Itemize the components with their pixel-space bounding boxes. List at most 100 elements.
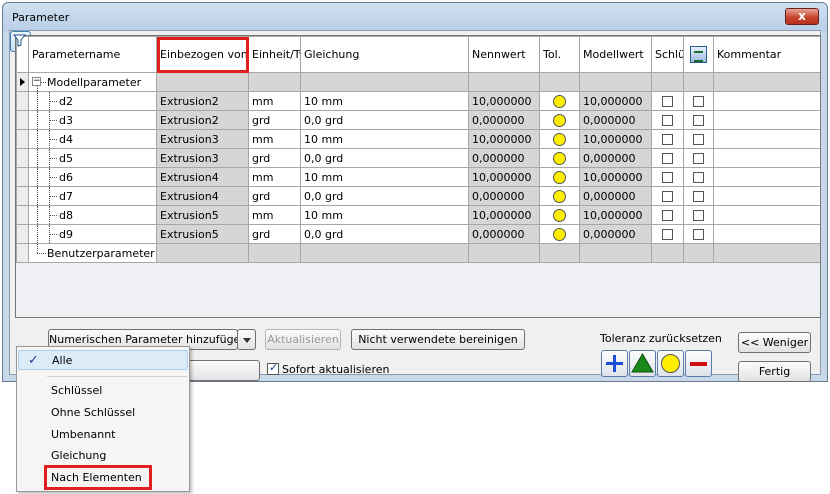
tolerance-cell[interactable] — [539, 148, 580, 168]
header-unit[interactable]: Einheit/Ty — [248, 36, 301, 73]
checkbox[interactable] — [693, 96, 704, 107]
lower-tolerance-button[interactable] — [685, 350, 712, 377]
immediate-update-checkbox[interactable]: Sofort aktualisieren — [267, 361, 389, 376]
collapse-icon[interactable]: − — [32, 77, 41, 86]
row-selector[interactable] — [16, 91, 29, 111]
comment-cell[interactable] — [713, 110, 820, 130]
table-row[interactable]: d9 Extrusion5 grd 0,0 grd 0,000000 0,000000 — [16, 224, 820, 244]
header-tolerance[interactable]: Tol. — [539, 36, 580, 73]
tolerance-cell[interactable] — [539, 91, 580, 111]
export-cell[interactable] — [683, 110, 714, 130]
unit-cell[interactable]: grd — [248, 224, 301, 244]
export-cell[interactable] — [683, 167, 714, 187]
unit-cell[interactable]: mm — [248, 205, 301, 225]
tolerance-circle-icon[interactable] — [553, 151, 566, 165]
checkbox[interactable] — [662, 229, 673, 240]
equation-cell[interactable]: 0,0 grd — [300, 186, 469, 206]
comment-cell[interactable] — [713, 167, 820, 187]
checkbox[interactable] — [662, 134, 673, 145]
checkbox[interactable] — [662, 172, 673, 183]
unit-cell[interactable]: grd — [248, 148, 301, 168]
group-row-user[interactable]: Benutzerparameter — [16, 243, 820, 263]
checkbox[interactable] — [662, 115, 673, 126]
export-cell[interactable] — [683, 91, 714, 111]
table-row[interactable]: d4 Extrusion3 mm 10 mm 10,000000 10,000000 — [16, 129, 820, 149]
row-selector[interactable] — [16, 205, 29, 225]
row-selector[interactable] — [16, 243, 29, 263]
table-row[interactable]: d7 Extrusion4 grd 0,0 grd 0,000000 0,000000 — [16, 186, 820, 206]
table-row[interactable]: d2 Extrusion2 mm 10 mm 10,000000 10,000000 — [16, 91, 820, 111]
equation-cell[interactable]: 10 mm — [300, 91, 469, 111]
tolerance-circle-icon[interactable] — [553, 132, 566, 146]
key-cell[interactable] — [651, 186, 684, 206]
row-selector[interactable] — [16, 224, 29, 244]
equation-cell[interactable]: 0,0 grd — [300, 224, 469, 244]
header-parameter-name[interactable]: Parametername — [28, 36, 157, 73]
table-row[interactable]: d5 Extrusion3 grd 0,0 grd 0,000000 0,000000 — [16, 148, 820, 168]
key-cell[interactable] — [651, 91, 684, 111]
row-selector[interactable] — [16, 186, 29, 206]
comment-cell[interactable] — [713, 91, 820, 111]
checkbox[interactable] — [662, 153, 673, 164]
unit-cell[interactable]: mm — [248, 167, 301, 187]
tolerance-cell[interactable] — [539, 167, 580, 187]
table-row[interactable]: d6 Extrusion4 mm 10 mm 10,000000 10,000000 — [16, 167, 820, 187]
tolerance-circle-icon[interactable] — [553, 94, 566, 108]
checkbox[interactable] — [693, 229, 704, 240]
header-consumed-by[interactable]: Einbezogen von — [156, 36, 249, 73]
header-key[interactable]: Schlü — [651, 36, 684, 73]
done-button[interactable]: Fertig — [738, 361, 811, 382]
parameter-name-cell[interactable]: d6 — [28, 167, 157, 187]
table-row[interactable]: d8 Extrusion5 mm 10 mm 10,000000 10,000000 — [16, 205, 820, 225]
checkbox[interactable] — [693, 153, 704, 164]
key-cell[interactable] — [651, 110, 684, 130]
tolerance-cell[interactable] — [539, 129, 580, 149]
purge-unused-button[interactable]: Nicht verwendete bereinigen — [351, 329, 525, 350]
header-nominal[interactable]: Nennwert — [468, 36, 540, 73]
tolerance-circle-icon[interactable] — [553, 170, 566, 184]
row-selector[interactable] — [16, 129, 29, 149]
checkbox[interactable] — [693, 191, 704, 202]
close-button[interactable]: x — [785, 8, 819, 25]
update-button[interactable]: Aktualisieren — [265, 329, 341, 350]
checkbox[interactable] — [693, 210, 704, 221]
unit-cell[interactable]: mm — [248, 129, 301, 149]
comment-cell[interactable] — [713, 186, 820, 206]
key-cell[interactable] — [651, 167, 684, 187]
tolerance-circle-icon[interactable] — [553, 113, 566, 127]
key-cell[interactable] — [651, 129, 684, 149]
tree-node-user[interactable]: Benutzerparameter — [28, 243, 157, 263]
add-parameter-dropdown[interactable] — [237, 329, 256, 350]
checkbox[interactable] — [693, 134, 704, 145]
less-button[interactable]: << Weniger — [738, 332, 811, 353]
row-selector[interactable] — [16, 167, 29, 187]
row-selector[interactable] — [16, 148, 29, 168]
export-cell[interactable] — [683, 224, 714, 244]
comment-cell[interactable] — [713, 148, 820, 168]
tolerance-cell[interactable] — [539, 110, 580, 130]
equation-cell[interactable]: 10 mm — [300, 205, 469, 225]
header-comment[interactable]: Kommentar — [713, 36, 820, 73]
export-cell[interactable] — [683, 148, 714, 168]
parameter-name-cell[interactable]: d7 — [28, 186, 157, 206]
checkbox[interactable] — [662, 210, 673, 221]
tolerance-cell[interactable] — [539, 205, 580, 225]
filter-item-no-key[interactable]: Ohne Schlüssel — [18, 403, 188, 423]
checkbox[interactable] — [662, 96, 673, 107]
tolerance-circle-icon[interactable] — [553, 208, 566, 222]
export-cell[interactable] — [683, 205, 714, 225]
export-cell[interactable] — [683, 186, 714, 206]
filter-item-key[interactable]: Schlüssel — [18, 381, 188, 401]
nominal-tolerance-button[interactable] — [657, 350, 684, 377]
export-cell[interactable] — [683, 129, 714, 149]
table-row[interactable]: d3 Extrusion2 grd 0,0 grd 0,000000 0,000000 — [16, 110, 820, 130]
key-cell[interactable] — [651, 205, 684, 225]
tolerance-cell[interactable] — [539, 186, 580, 206]
tolerance-cell[interactable] — [539, 224, 580, 244]
comment-cell[interactable] — [713, 205, 820, 225]
filter-item-renamed[interactable]: Umbenannt — [18, 425, 188, 445]
parameter-name-cell[interactable]: d4 — [28, 129, 157, 149]
unit-cell[interactable]: mm — [248, 91, 301, 111]
tolerance-circle-icon[interactable] — [553, 227, 566, 241]
parameter-name-cell[interactable]: d9 — [28, 224, 157, 244]
